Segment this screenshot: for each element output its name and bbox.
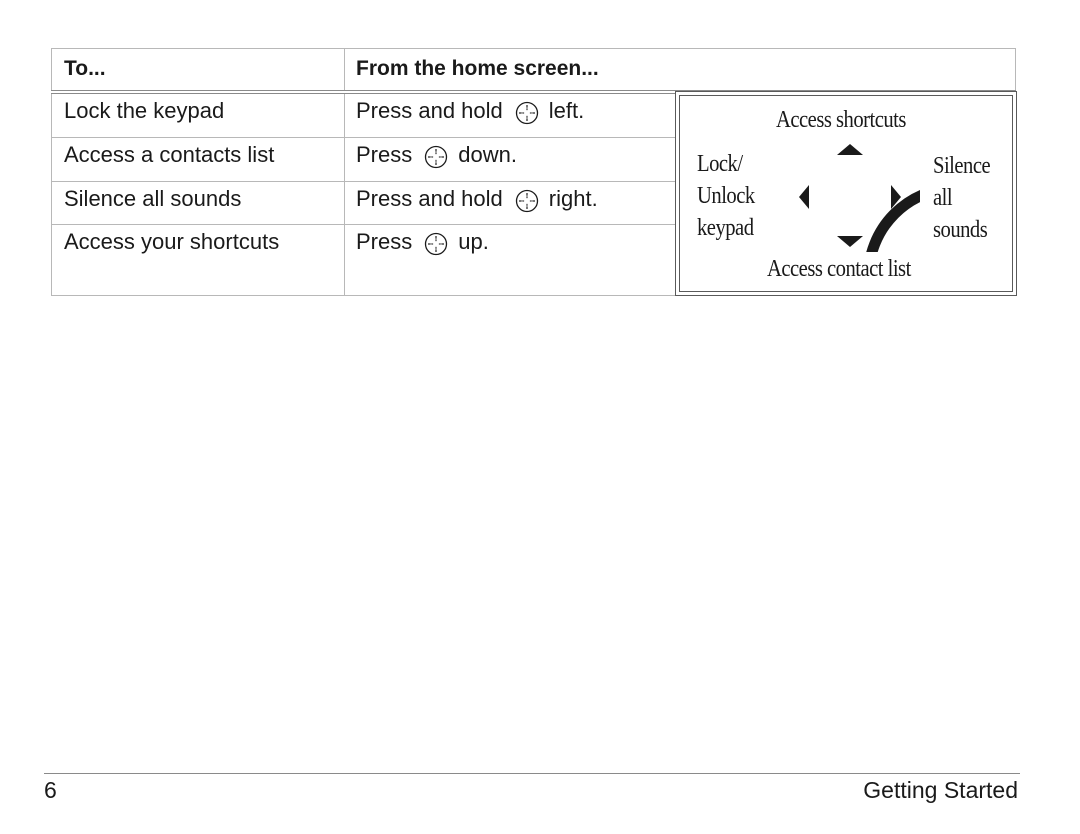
diagram-graphic: [799, 144, 920, 252]
header-to: To...: [64, 57, 106, 80]
column-divider: [344, 138, 345, 181]
nav-key-icon: [515, 189, 539, 213]
header-from-home: From the home screen...: [356, 57, 599, 80]
instruction-prefix: Press and hold: [356, 98, 503, 123]
table-row: Silence all sounds Press and hold right.: [51, 182, 675, 225]
diagram-label-line: Silence: [933, 153, 991, 179]
diagram-label-line: all: [933, 185, 953, 211]
row-instruction: Press and hold left.: [356, 98, 584, 124]
column-divider: [344, 225, 345, 295]
header-rule: [51, 90, 675, 91]
instruction-direction: up.: [458, 229, 489, 254]
nav-key-icon: [515, 101, 539, 125]
table-row: Access a contacts list Press down.: [51, 138, 675, 182]
navigation-key-table: To... From the home screen... Lock the k…: [51, 48, 1017, 296]
diagram-label-right: Silence all sounds: [933, 150, 991, 246]
table-header: To... From the home screen...: [51, 48, 1016, 91]
column-divider: [344, 182, 345, 224]
diagram-label-up: Access shortcuts: [776, 107, 906, 133]
column-divider: [344, 94, 345, 137]
instruction-direction: down.: [458, 142, 517, 167]
arrow-down-icon: [837, 236, 863, 247]
instruction-prefix: Press: [356, 142, 413, 167]
row-action: Access your shortcuts: [64, 229, 280, 254]
page-number: 6: [44, 777, 57, 803]
footer-rule: [44, 773, 1020, 774]
diagram-label-line: keypad: [697, 215, 754, 241]
nav-key-icon: [424, 232, 448, 256]
section-title: Getting Started: [863, 777, 1018, 803]
arrow-up-icon: [837, 144, 863, 155]
diagram-label-left: Lock/ Unlock keypad: [697, 148, 755, 244]
row-instruction: Press up.: [356, 229, 489, 255]
diagram-label-line: Unlock: [697, 183, 755, 209]
table-row: Lock the keypad Press and hold left.: [51, 94, 675, 138]
instruction-prefix: Press and hold: [356, 186, 503, 211]
diagram-label-down: Access contact list: [767, 256, 911, 282]
row-instruction: Press and hold right.: [356, 186, 598, 212]
diagram-inner-frame: Access shortcuts Lock/ Unlock keypad Sil…: [679, 95, 1013, 292]
row-action: Silence all sounds: [64, 186, 242, 211]
diagram-label-line: sounds: [933, 217, 988, 243]
navigation-key-diagram: Access shortcuts Lock/ Unlock keypad Sil…: [675, 91, 1017, 296]
instruction-direction: left.: [548, 98, 585, 123]
nav-key-icon: [424, 145, 448, 169]
table-row: Access your shortcuts Press up.: [51, 225, 675, 296]
row-instruction: Press down.: [356, 142, 517, 168]
instruction-prefix: Press: [356, 229, 413, 254]
instruction-direction: right.: [548, 186, 598, 211]
column-divider: [344, 49, 345, 91]
diagram-label-line: Lock/: [697, 151, 743, 177]
row-action: Access a contacts list: [64, 142, 275, 167]
arrow-left-icon: [799, 185, 809, 209]
row-action: Lock the keypad: [64, 98, 225, 123]
